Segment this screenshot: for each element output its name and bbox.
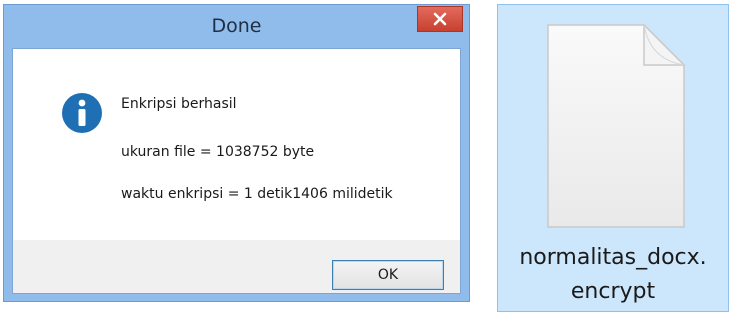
info-icon: [62, 93, 102, 133]
file-item[interactable]: normalitas_docx. encrypt: [497, 4, 729, 312]
file-name-line2: encrypt: [570, 279, 656, 304]
document-icon: [547, 23, 686, 228]
screenshot-canvas: Done Enkripsi berhasil ukuran file = 103…: [0, 0, 732, 316]
close-button[interactable]: [417, 6, 463, 32]
message-line-status: Enkripsi berhasil: [121, 96, 237, 112]
message-line-size: ukuran file = 1038752 byte: [121, 144, 315, 160]
file-name: normalitas_docx. encrypt: [498, 241, 728, 309]
message-dialog: Done Enkripsi berhasil ukuran file = 103…: [3, 4, 470, 302]
dialog-title: Done: [211, 15, 262, 37]
close-icon: [433, 12, 447, 26]
dialog-message-area: Enkripsi berhasil ukuran file = 1038752 …: [13, 49, 460, 240]
ok-button[interactable]: OK: [332, 260, 444, 290]
dialog-client-area: Enkripsi berhasil ukuran file = 1038752 …: [12, 48, 461, 294]
file-name-line1: normalitas_docx.: [519, 245, 707, 270]
message-line-time: waktu enkripsi = 1 detik1406 milidetik: [121, 186, 393, 202]
dialog-titlebar[interactable]: Done: [4, 5, 469, 47]
